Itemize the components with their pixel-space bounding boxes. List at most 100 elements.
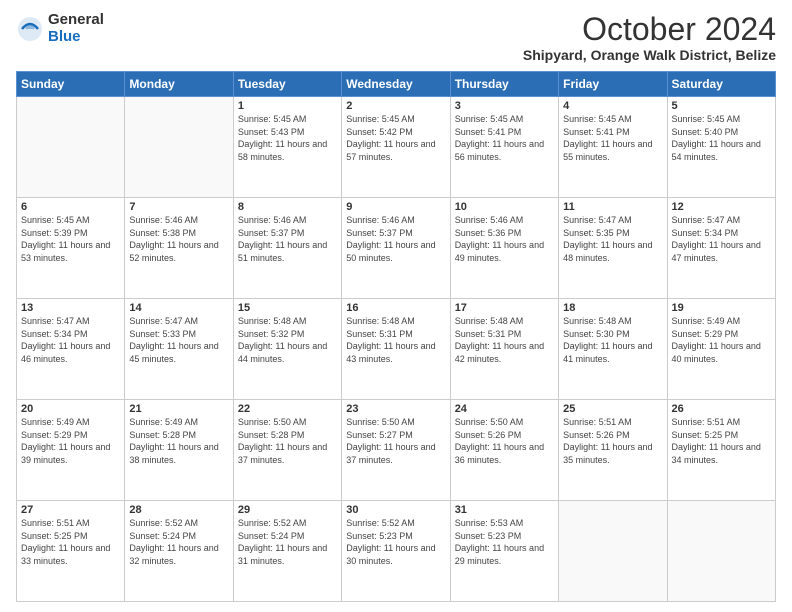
calendar-cell (125, 97, 233, 198)
logo-general-text: General (48, 12, 104, 29)
day-number: 5 (672, 100, 771, 112)
calendar-cell: 2Sunrise: 5:45 AMSunset: 5:42 PMDaylight… (342, 97, 450, 198)
calendar-cell: 8Sunrise: 5:46 AMSunset: 5:37 PMDaylight… (233, 198, 341, 299)
calendar-cell: 22Sunrise: 5:50 AMSunset: 5:28 PMDayligh… (233, 400, 341, 501)
day-number: 22 (238, 403, 337, 415)
day-info: Sunrise: 5:52 AMSunset: 5:24 PMDaylight:… (238, 517, 337, 567)
logo: General Blue (16, 12, 104, 45)
day-number: 14 (129, 302, 228, 314)
day-info: Sunrise: 5:46 AMSunset: 5:37 PMDaylight:… (346, 214, 445, 264)
calendar-cell: 13Sunrise: 5:47 AMSunset: 5:34 PMDayligh… (17, 299, 125, 400)
day-number: 11 (563, 201, 662, 213)
calendar-cell: 24Sunrise: 5:50 AMSunset: 5:26 PMDayligh… (450, 400, 558, 501)
calendar-cell: 20Sunrise: 5:49 AMSunset: 5:29 PMDayligh… (17, 400, 125, 501)
calendar-cell: 11Sunrise: 5:47 AMSunset: 5:35 PMDayligh… (559, 198, 667, 299)
header-friday: Friday (559, 72, 667, 97)
day-number: 24 (455, 403, 554, 415)
calendar-header-row: Sunday Monday Tuesday Wednesday Thursday… (17, 72, 776, 97)
calendar-cell: 30Sunrise: 5:52 AMSunset: 5:23 PMDayligh… (342, 501, 450, 602)
day-number: 7 (129, 201, 228, 213)
day-info: Sunrise: 5:47 AMSunset: 5:35 PMDaylight:… (563, 214, 662, 264)
header-wednesday: Wednesday (342, 72, 450, 97)
day-info: Sunrise: 5:51 AMSunset: 5:26 PMDaylight:… (563, 416, 662, 466)
title-block: October 2024 Shipyard, Orange Walk Distr… (523, 12, 776, 63)
calendar-cell: 21Sunrise: 5:49 AMSunset: 5:28 PMDayligh… (125, 400, 233, 501)
calendar-cell: 7Sunrise: 5:46 AMSunset: 5:38 PMDaylight… (125, 198, 233, 299)
calendar-week-4: 20Sunrise: 5:49 AMSunset: 5:29 PMDayligh… (17, 400, 776, 501)
day-info: Sunrise: 5:45 AMSunset: 5:39 PMDaylight:… (21, 214, 120, 264)
day-number: 3 (455, 100, 554, 112)
calendar-cell (559, 501, 667, 602)
header-thursday: Thursday (450, 72, 558, 97)
day-number: 10 (455, 201, 554, 213)
logo-text: General Blue (48, 12, 104, 45)
day-info: Sunrise: 5:51 AMSunset: 5:25 PMDaylight:… (672, 416, 771, 466)
day-number: 1 (238, 100, 337, 112)
calendar-cell: 23Sunrise: 5:50 AMSunset: 5:27 PMDayligh… (342, 400, 450, 501)
day-number: 27 (21, 504, 120, 516)
calendar-cell: 4Sunrise: 5:45 AMSunset: 5:41 PMDaylight… (559, 97, 667, 198)
calendar-cell: 16Sunrise: 5:48 AMSunset: 5:31 PMDayligh… (342, 299, 450, 400)
day-info: Sunrise: 5:48 AMSunset: 5:31 PMDaylight:… (455, 315, 554, 365)
calendar-week-3: 13Sunrise: 5:47 AMSunset: 5:34 PMDayligh… (17, 299, 776, 400)
day-number: 13 (21, 302, 120, 314)
day-info: Sunrise: 5:45 AMSunset: 5:40 PMDaylight:… (672, 113, 771, 163)
day-number: 16 (346, 302, 445, 314)
calendar-week-5: 27Sunrise: 5:51 AMSunset: 5:25 PMDayligh… (17, 501, 776, 602)
day-info: Sunrise: 5:45 AMSunset: 5:41 PMDaylight:… (563, 113, 662, 163)
day-info: Sunrise: 5:46 AMSunset: 5:38 PMDaylight:… (129, 214, 228, 264)
day-number: 8 (238, 201, 337, 213)
day-info: Sunrise: 5:49 AMSunset: 5:29 PMDaylight:… (672, 315, 771, 365)
header: General Blue October 2024 Shipyard, Oran… (16, 12, 776, 63)
calendar-week-1: 1Sunrise: 5:45 AMSunset: 5:43 PMDaylight… (17, 97, 776, 198)
day-info: Sunrise: 5:45 AMSunset: 5:43 PMDaylight:… (238, 113, 337, 163)
calendar-cell (667, 501, 775, 602)
day-number: 18 (563, 302, 662, 314)
calendar-cell: 28Sunrise: 5:52 AMSunset: 5:24 PMDayligh… (125, 501, 233, 602)
logo-icon (16, 15, 44, 43)
day-info: Sunrise: 5:45 AMSunset: 5:41 PMDaylight:… (455, 113, 554, 163)
calendar-cell: 29Sunrise: 5:52 AMSunset: 5:24 PMDayligh… (233, 501, 341, 602)
day-info: Sunrise: 5:45 AMSunset: 5:42 PMDaylight:… (346, 113, 445, 163)
header-tuesday: Tuesday (233, 72, 341, 97)
day-number: 2 (346, 100, 445, 112)
day-info: Sunrise: 5:50 AMSunset: 5:28 PMDaylight:… (238, 416, 337, 466)
day-info: Sunrise: 5:49 AMSunset: 5:28 PMDaylight:… (129, 416, 228, 466)
header-saturday: Saturday (667, 72, 775, 97)
page: General Blue October 2024 Shipyard, Oran… (0, 0, 792, 612)
day-number: 23 (346, 403, 445, 415)
day-number: 12 (672, 201, 771, 213)
logo-blue-text: Blue (48, 29, 104, 46)
day-number: 6 (21, 201, 120, 213)
day-number: 17 (455, 302, 554, 314)
location: Shipyard, Orange Walk District, Belize (523, 47, 776, 63)
day-info: Sunrise: 5:47 AMSunset: 5:34 PMDaylight:… (21, 315, 120, 365)
day-number: 28 (129, 504, 228, 516)
calendar-cell: 14Sunrise: 5:47 AMSunset: 5:33 PMDayligh… (125, 299, 233, 400)
day-info: Sunrise: 5:52 AMSunset: 5:23 PMDaylight:… (346, 517, 445, 567)
day-info: Sunrise: 5:52 AMSunset: 5:24 PMDaylight:… (129, 517, 228, 567)
calendar-cell: 1Sunrise: 5:45 AMSunset: 5:43 PMDaylight… (233, 97, 341, 198)
calendar-cell: 6Sunrise: 5:45 AMSunset: 5:39 PMDaylight… (17, 198, 125, 299)
calendar-cell: 19Sunrise: 5:49 AMSunset: 5:29 PMDayligh… (667, 299, 775, 400)
calendar-cell: 26Sunrise: 5:51 AMSunset: 5:25 PMDayligh… (667, 400, 775, 501)
day-number: 20 (21, 403, 120, 415)
day-info: Sunrise: 5:50 AMSunset: 5:26 PMDaylight:… (455, 416, 554, 466)
calendar-cell: 9Sunrise: 5:46 AMSunset: 5:37 PMDaylight… (342, 198, 450, 299)
calendar-cell: 25Sunrise: 5:51 AMSunset: 5:26 PMDayligh… (559, 400, 667, 501)
calendar-cell: 31Sunrise: 5:53 AMSunset: 5:23 PMDayligh… (450, 501, 558, 602)
calendar-cell: 5Sunrise: 5:45 AMSunset: 5:40 PMDaylight… (667, 97, 775, 198)
calendar-cell: 18Sunrise: 5:48 AMSunset: 5:30 PMDayligh… (559, 299, 667, 400)
calendar-table: Sunday Monday Tuesday Wednesday Thursday… (16, 71, 776, 602)
calendar-cell: 15Sunrise: 5:48 AMSunset: 5:32 PMDayligh… (233, 299, 341, 400)
day-info: Sunrise: 5:50 AMSunset: 5:27 PMDaylight:… (346, 416, 445, 466)
day-info: Sunrise: 5:48 AMSunset: 5:31 PMDaylight:… (346, 315, 445, 365)
calendar-week-2: 6Sunrise: 5:45 AMSunset: 5:39 PMDaylight… (17, 198, 776, 299)
day-number: 26 (672, 403, 771, 415)
day-number: 19 (672, 302, 771, 314)
calendar-cell: 3Sunrise: 5:45 AMSunset: 5:41 PMDaylight… (450, 97, 558, 198)
month-title: October 2024 (523, 12, 776, 47)
calendar-cell: 12Sunrise: 5:47 AMSunset: 5:34 PMDayligh… (667, 198, 775, 299)
day-number: 9 (346, 201, 445, 213)
day-number: 31 (455, 504, 554, 516)
